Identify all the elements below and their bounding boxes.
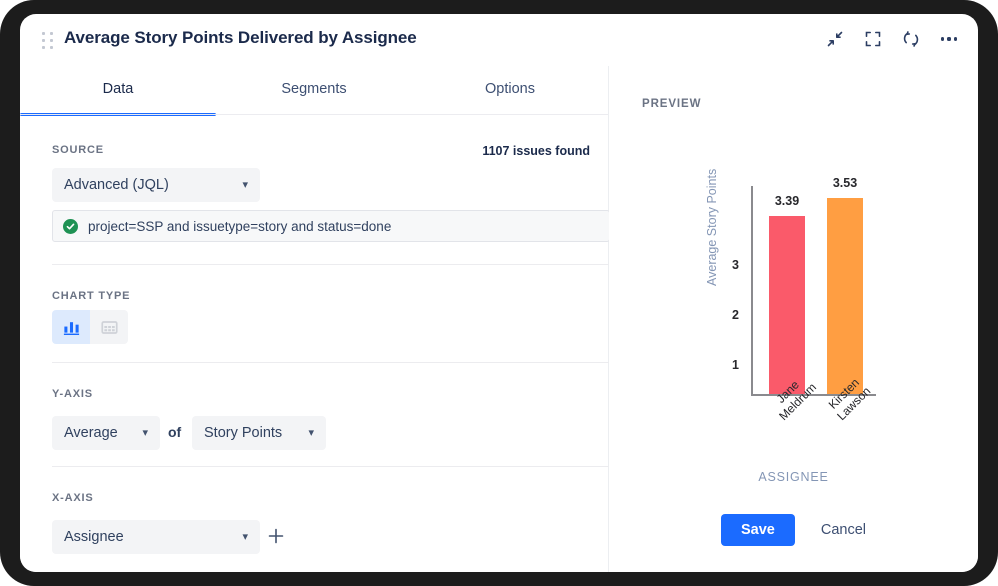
fullscreen-icon[interactable] [862,28,884,50]
page-title: Average Story Points Delivered by Assign… [64,28,417,47]
source-type-value: Advanced (JQL) [64,177,169,193]
save-button[interactable]: Save [720,514,795,546]
y-axis-section-label: Y-AXIS [52,388,93,400]
chart-x-axis-label: ASSIGNEE [758,470,829,484]
source-type-select[interactable]: Advanced (JQL) ▾ [52,168,260,202]
y-tick-1: 1 [732,358,739,372]
config-panel: SOURCE 1107 issues found Advanced (JQL) … [20,116,610,572]
x-axis-field-value: Assignee [64,529,124,545]
preview-panel: PREVIEW Average Story Points 3 2 1 3.39 … [609,98,978,572]
y-axis-field-value: Story Points [204,425,283,441]
preview-actions: Save Cancel [609,514,978,546]
bar-value-1: 3.39 [774,194,800,208]
chart-y-axis-label: Average Story Points [705,168,719,286]
bar-value-2: 3.53 [832,176,858,190]
drag-handle-icon[interactable] [42,32,54,49]
chart-preview: Average Story Points 3 2 1 3.39 3.53 Jan… [609,156,978,486]
bar-chart-icon[interactable] [52,310,90,344]
x-axis-field-select[interactable]: Assignee ▾ [52,520,260,554]
issues-found-count: 1107 issues found [482,144,590,158]
jql-query-text: project=SSP and issuetype=story and stat… [88,218,392,234]
chart-type-toggle [52,310,128,344]
tab-segments-label: Segments [281,81,347,97]
cancel-button[interactable]: Cancel [821,522,866,538]
tab-options[interactable]: Options [412,66,608,116]
y-axis-aggregation-select[interactable]: Average ▾ [52,416,160,450]
card-header: Average Story Points Delivered by Assign… [20,14,978,66]
divider-charttype-yaxis [52,362,610,363]
source-section-label: SOURCE [52,144,104,156]
editor-tabs: Data Segments Options [20,66,608,116]
refresh-icon[interactable] [900,28,922,50]
tab-data[interactable]: Data [20,66,216,116]
bar-jane-meldrum[interactable] [769,216,805,394]
chevron-down-icon: ▾ [242,530,248,543]
x-axis-section-label: X-AXIS [52,492,94,504]
chart-type-section-label: CHART TYPE [52,290,131,302]
valid-check-icon [63,218,78,234]
tabs-underline [20,114,608,115]
preview-label: PREVIEW [642,98,702,110]
y-axis-field-select[interactable]: Story Points ▾ [192,416,326,450]
tab-options-label: Options [485,81,535,97]
collapse-icon[interactable] [824,28,846,50]
y-axis-aggregation-value: Average [64,425,118,441]
divider-source-charttype [52,264,610,265]
more-options-icon[interactable] [938,28,960,50]
chevron-down-icon: ▾ [142,426,148,439]
y-axis-connector-label: of [168,424,182,440]
jql-query-input[interactable]: project=SSP and issuetype=story and stat… [52,210,610,242]
chevron-down-icon: ▾ [308,426,314,439]
divider-yaxis-xaxis [52,466,610,467]
tab-segments[interactable]: Segments [216,66,412,116]
add-x-axis-icon[interactable] [266,526,288,548]
header-actions [824,28,960,50]
y-tick-3: 3 [732,258,739,272]
y-tick-2: 2 [732,308,739,322]
tab-data-label: Data [102,81,134,97]
table-icon[interactable] [90,310,128,344]
chart-editor-card: Average Story Points Delivered by Assign… [20,14,978,572]
chart-y-axis-line [751,186,753,396]
bar-kirsten-lawson[interactable] [827,198,863,394]
chevron-down-icon: ▾ [242,178,248,191]
